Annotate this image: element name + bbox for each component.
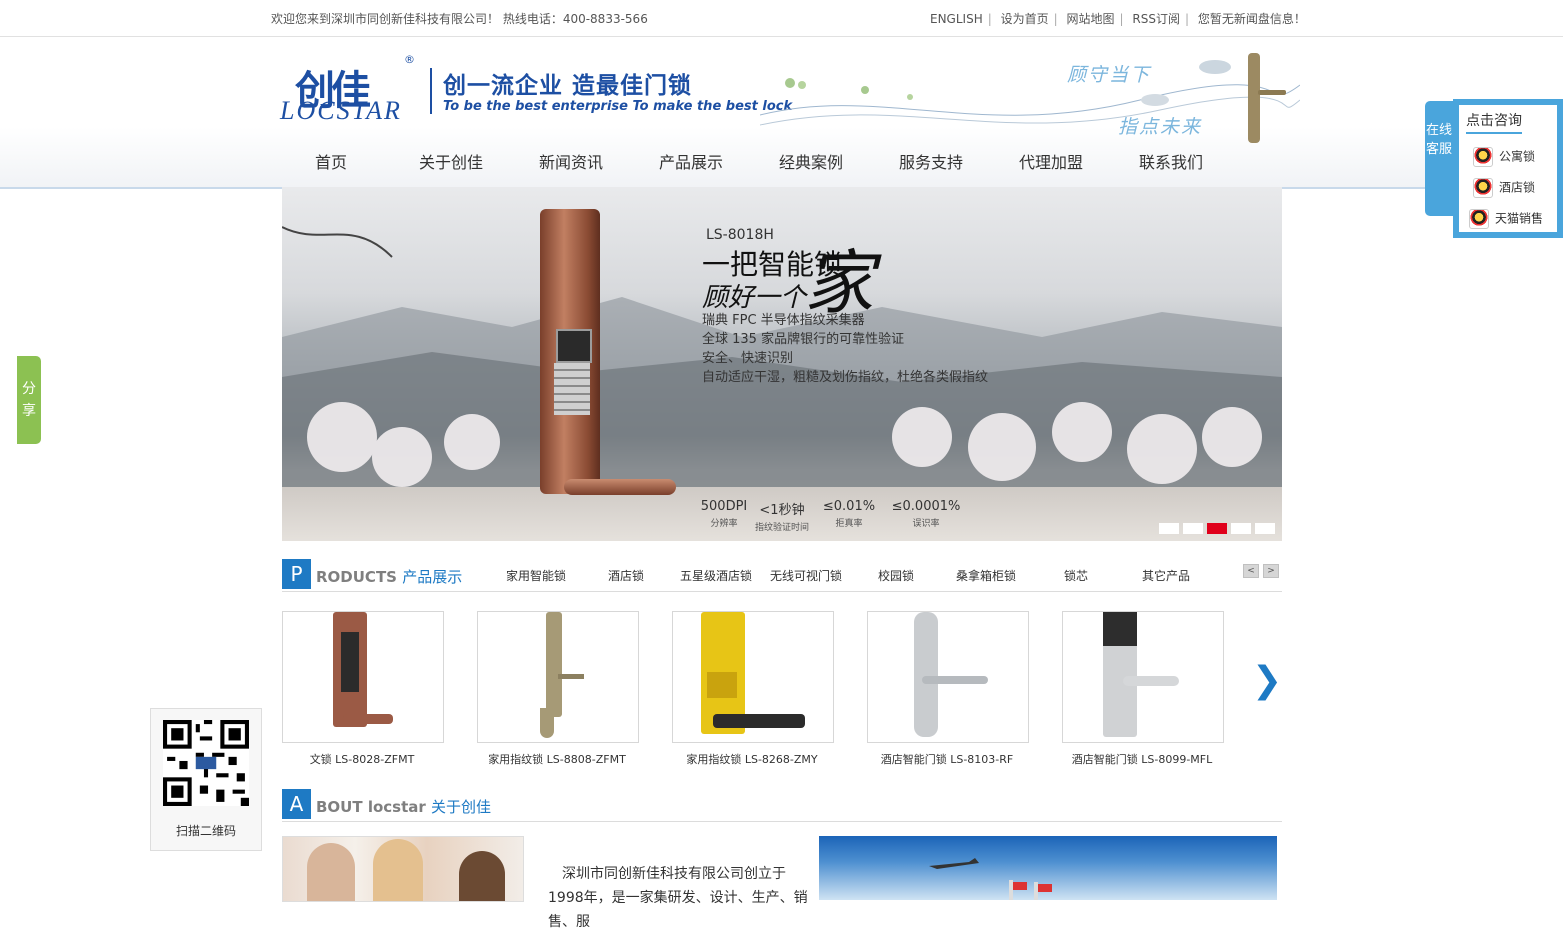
- banner-dot[interactable]: [1183, 523, 1203, 534]
- qq-contact-tmall[interactable]: 天猫销售: [1469, 209, 1543, 229]
- product-image[interactable]: [1062, 611, 1224, 743]
- link-english[interactable]: ENGLISH: [930, 12, 983, 26]
- slogan-chinese: 创一流企业 造最佳门锁: [443, 72, 693, 99]
- product-card[interactable]: 文锁 LS-8028-ZFMT: [282, 611, 444, 767]
- top-bar: 欢迎您来到深圳市同创新佳科技有限公司！ 热线电话：400-8833-566 EN…: [0, 0, 1563, 37]
- banner-dot-active[interactable]: [1207, 523, 1227, 534]
- banner-lock-keypad: [554, 363, 590, 415]
- qr-code-box: 扫描二维码: [150, 708, 262, 851]
- category-next-button[interactable]: >: [1263, 564, 1279, 578]
- banner-lock-handle: [564, 479, 676, 495]
- section-letter: A: [282, 789, 311, 819]
- about-company-photo: [819, 836, 1277, 900]
- product-card[interactable]: 家用指纹锁 LS-8808-ZFMT: [477, 611, 639, 767]
- category-other[interactable]: 其它产品: [1142, 567, 1190, 584]
- about-team-photo: [282, 836, 524, 902]
- qq-contact-hotel[interactable]: 酒店锁: [1473, 178, 1535, 198]
- top-links: ENGLISH | 设为首页 | 网站地图 | RSS订阅 | 您暂无新闻盘信息！: [930, 12, 1306, 26]
- product-image[interactable]: [282, 611, 444, 743]
- banner-feature: 全球 135 家品牌银行的可靠性验证: [702, 332, 905, 347]
- nav-service[interactable]: 服务支持: [871, 149, 991, 173]
- product-card[interactable]: 酒店智能门锁 LS-8099-MFL: [1062, 611, 1224, 767]
- banner-pagination: [1159, 519, 1279, 538]
- qr-code-label: 扫描二维码: [175, 824, 236, 838]
- category-sauna-lock[interactable]: 桑拿箱柜锁: [956, 567, 1016, 584]
- category-prev-button[interactable]: <: [1243, 564, 1259, 578]
- banner-feature: 安全、快速识别: [702, 351, 794, 366]
- product-caption[interactable]: 酒店智能门锁 LS-8099-MFL: [1062, 751, 1222, 767]
- products-next-arrow[interactable]: ❯: [1252, 660, 1282, 701]
- qq-icon: [1469, 209, 1489, 229]
- nav-cases[interactable]: 经典案例: [751, 149, 871, 173]
- qr-code-image: [163, 720, 249, 806]
- logo-registered-mark: ®: [404, 53, 415, 66]
- product-caption[interactable]: 文锁 LS-8028-ZFMT: [282, 751, 442, 767]
- category-lock-core[interactable]: 锁芯: [1064, 567, 1088, 584]
- banner-dot[interactable]: [1255, 523, 1275, 534]
- qq-icon: [1473, 147, 1493, 167]
- category-video-lock[interactable]: 无线可视门锁: [770, 567, 842, 584]
- header-tagline-1: 顾守当下: [1067, 64, 1152, 86]
- welcome-text: 欢迎您来到深圳市同创新佳科技有限公司！ 热线电话：400-8833-566: [271, 12, 648, 26]
- section-title[interactable]: RODUCTS 产品展示: [316, 566, 462, 587]
- product-card[interactable]: 酒店智能门锁 LS-8103-RF: [867, 611, 1029, 767]
- nav-home[interactable]: 首页: [271, 149, 391, 173]
- banner-feature: 自动适应干湿，粗糙及划伤指纹，杜绝各类假指纹: [702, 370, 989, 385]
- banner-dot[interactable]: [1231, 523, 1251, 534]
- product-caption[interactable]: 家用指纹锁 LS-8268-ZMY: [672, 751, 832, 767]
- qq-contact-apartment[interactable]: 公寓锁: [1473, 147, 1535, 167]
- hero-banner[interactable]: LS-8018H 一把智能锁 顾好一个 家 瑞典 FPC 半导体指纹采集器 全球…: [282, 187, 1282, 541]
- nav-products[interactable]: 产品展示: [631, 149, 751, 173]
- banner-model: LS-8018H: [706, 227, 774, 243]
- online-service-panel: 点击咨询 公寓锁 酒店锁 天猫销售: [1453, 99, 1563, 238]
- banner-dot[interactable]: [1159, 523, 1179, 534]
- section-letter: P: [282, 559, 311, 589]
- about-section-header: A BOUT locstar 关于创佳: [282, 789, 1282, 822]
- banner-stat: ≤0.01% 拒真率: [822, 499, 876, 529]
- product-caption[interactable]: 家用指纹锁 LS-8808-ZFMT: [477, 751, 637, 767]
- main-nav: 首页 关于创佳 新闻资讯 产品展示 经典案例 服务支持 代理加盟 联系我们: [271, 145, 1231, 175]
- product-image[interactable]: [867, 611, 1029, 743]
- header-decoration: [760, 53, 1300, 143]
- banner-stat: <1秒钟 指纹验证时间: [754, 503, 809, 533]
- header-tagline-2: 指点未来: [1118, 116, 1203, 138]
- banner-stat: ≤0.0001% 误识率: [891, 499, 961, 529]
- online-service-title: 点击咨询: [1466, 110, 1522, 134]
- nav-contact[interactable]: 联系我们: [1111, 149, 1231, 173]
- share-button[interactable]: 分享: [17, 356, 41, 444]
- nav-news[interactable]: 新闻资讯: [511, 149, 631, 173]
- nav-about[interactable]: 关于创佳: [391, 149, 511, 173]
- category-home-lock[interactable]: 家用智能锁: [506, 567, 566, 584]
- slogan-english: To be the best enterprise To make the be…: [443, 99, 793, 114]
- product-card[interactable]: 家用指纹锁 LS-8268-ZMY: [672, 611, 834, 767]
- section-title[interactable]: BOUT locstar 关于创佳: [316, 796, 491, 817]
- product-image[interactable]: [477, 611, 639, 743]
- about-text: 深圳市同创新佳科技有限公司创立于1998年，是一家集研发、设计、生产、销售、服: [548, 866, 808, 930]
- products-section-header: P RODUCTS 产品展示 家用智能锁 酒店锁 五星级酒店锁 无线可视门锁 校…: [282, 559, 1282, 592]
- logo-divider: [430, 68, 432, 114]
- banner-stat: 500DPI 分辨率: [700, 499, 748, 529]
- nav-agency[interactable]: 代理加盟: [991, 149, 1111, 173]
- banner-feature: 瑞典 FPC 半导体指纹采集器: [702, 313, 865, 328]
- link-sitemap[interactable]: 网站地图: [1067, 12, 1115, 26]
- online-service-tab[interactable]: 在线客服: [1425, 101, 1453, 216]
- category-campus-lock[interactable]: 校园锁: [878, 567, 914, 584]
- product-image[interactable]: [672, 611, 834, 743]
- product-caption[interactable]: 酒店智能门锁 LS-8103-RF: [867, 751, 1027, 767]
- qq-icon: [1473, 178, 1493, 198]
- logo-english[interactable]: LOCSTAR: [280, 96, 402, 126]
- link-set-homepage[interactable]: 设为首页: [1001, 12, 1049, 26]
- link-rss[interactable]: RSS订阅: [1132, 12, 1180, 26]
- banner-lock-screen: [556, 329, 592, 363]
- link-news-info[interactable]: 您暂无新闻盘信息！: [1198, 12, 1306, 26]
- category-hotel-lock[interactable]: 酒店锁: [608, 567, 644, 584]
- category-5star-hotel-lock[interactable]: 五星级酒店锁: [680, 567, 752, 584]
